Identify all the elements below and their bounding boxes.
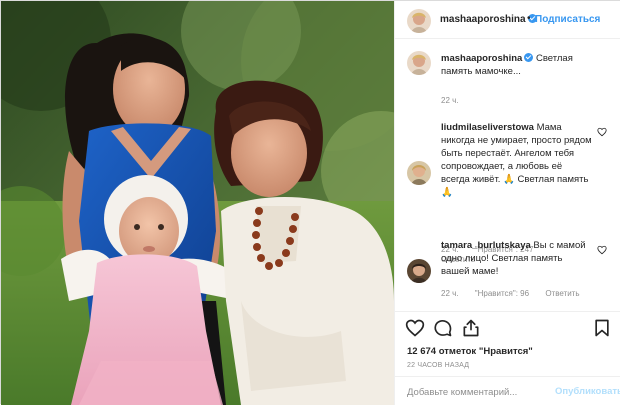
post-header: mashaaporoshina • Подписаться [395, 1, 620, 39]
comment-likes[interactable]: "Нравится": 96 [475, 289, 529, 298]
author-avatar[interactable] [407, 9, 431, 33]
separator-dot: • [527, 13, 531, 24]
author-username[interactable]: mashaaporoshina [440, 14, 537, 25]
add-comment-bar: Опубликовать [395, 376, 620, 406]
instagram-post: mashaaporoshina • Подписаться mashaaporo… [0, 0, 620, 405]
caption-avatar[interactable] [407, 51, 431, 75]
heart-icon[interactable] [405, 318, 425, 338]
comment-text: liudmilaseliverstowa Мама никогда не уми… [441, 121, 593, 199]
comment-input[interactable] [407, 385, 547, 399]
comment-heart-icon[interactable] [597, 127, 607, 137]
comment-username[interactable]: liudmilaseliverstowa [441, 122, 534, 133]
comment-text: tamara_burlutskaya Вы с мамой одно лицо!… [441, 239, 593, 278]
reply-button[interactable]: Ответить [545, 289, 579, 298]
publish-button[interactable]: Опубликовать [555, 386, 620, 397]
post-details-panel: mashaaporoshina • Подписаться mashaaporo… [394, 1, 620, 405]
comment-body: Мама никогда не умирает, просто рядом бы… [441, 122, 592, 198]
comment-time: 22 ч. [441, 289, 459, 298]
author-username-text[interactable]: mashaaporoshina [440, 14, 526, 25]
comments-list[interactable]: mashaaporoshina Светлая память мамочке..… [395, 39, 620, 311]
post-actions: 12 674 отметок "Нравится" 22 ЧАСОВ НАЗАД… [395, 311, 620, 405]
bookmark-icon[interactable] [592, 318, 612, 338]
comment-avatar[interactable] [407, 259, 431, 283]
verified-badge-icon [524, 53, 534, 62]
post-photo[interactable] [1, 1, 394, 405]
caption-username[interactable]: mashaaporoshina [441, 53, 522, 64]
caption-text: mashaaporoshina Светлая память мамочке..… [441, 52, 593, 78]
post-time-ago: 22 ЧАСОВ НАЗАД [407, 362, 470, 369]
comment-icon[interactable] [433, 318, 453, 338]
comment-username[interactable]: tamara_burlutskaya [441, 240, 531, 251]
caption-time: 22 ч. [441, 96, 459, 105]
comment-meta: 22 ч. "Нравится": 96 Ответить [441, 289, 594, 298]
comment-avatar[interactable] [407, 161, 431, 185]
likes-count[interactable]: 12 674 отметок "Нравится" [407, 346, 533, 357]
comment-heart-icon[interactable] [597, 245, 607, 255]
family-photo-image [1, 1, 394, 405]
share-icon[interactable] [461, 318, 481, 338]
follow-button[interactable]: Подписаться [535, 14, 600, 25]
caption-meta: 22 ч. [441, 96, 473, 105]
